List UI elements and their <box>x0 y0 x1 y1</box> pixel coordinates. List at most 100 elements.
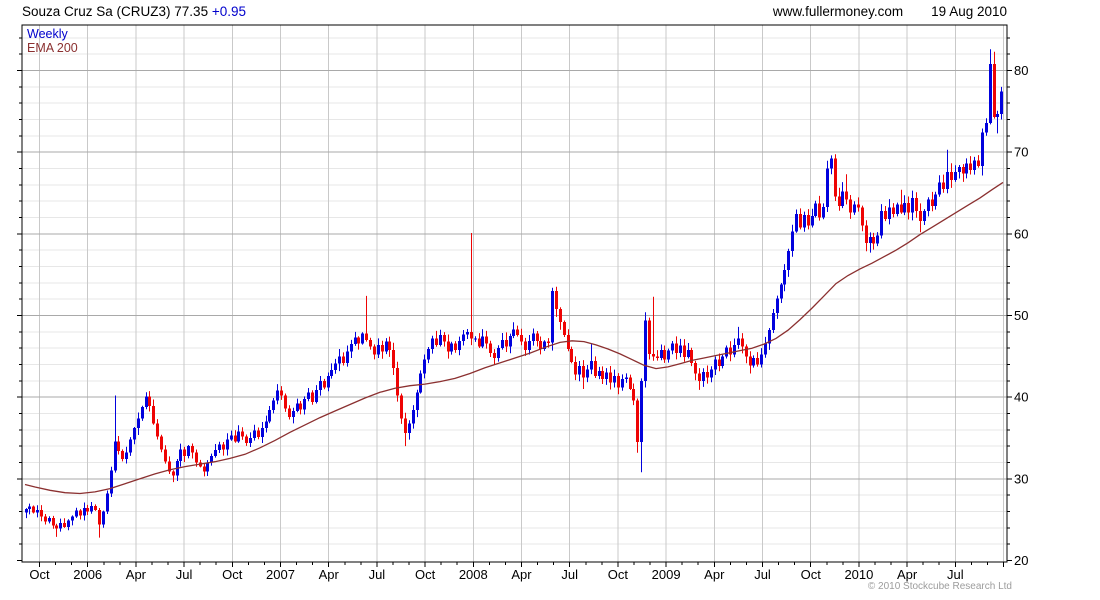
price-chart-canvas: 80 70 60 50 40 30 20 Oct 2006 Apr Jul Oct 2007 Apr Jul… <box>17 24 1028 582</box>
candle-body <box>55 525 58 529</box>
candle-body <box>884 210 887 220</box>
candle-body <box>327 375 330 388</box>
candle-body <box>698 373 701 381</box>
candle-body <box>183 449 186 456</box>
x-axis-label: Oct <box>29 567 50 582</box>
candle-body <box>632 388 635 401</box>
candle-body <box>195 452 198 463</box>
candle-body <box>524 341 527 350</box>
candle-body <box>280 390 283 396</box>
candle-body <box>520 335 523 342</box>
candle-body <box>849 199 852 213</box>
x-axis-label: 2010 <box>844 567 873 582</box>
candle-body <box>601 371 604 380</box>
candle-body <box>48 518 51 522</box>
candle-body <box>950 171 953 180</box>
y-axis-label: 60 <box>1014 226 1028 241</box>
candle-body <box>485 336 488 344</box>
candle-body <box>323 380 326 388</box>
candle-body <box>652 353 655 357</box>
header-right: www.fullermoney.com 19 Aug 2010 <box>773 4 1007 19</box>
candle-body <box>687 349 690 358</box>
candle-body <box>721 356 724 367</box>
x-axis-label: Oct <box>801 567 822 582</box>
candle-body <box>392 349 395 368</box>
candle-body <box>822 206 825 218</box>
candle-body <box>408 423 411 434</box>
candle-body <box>954 171 957 180</box>
candle-body <box>512 329 515 336</box>
candle-body <box>319 380 322 390</box>
candle-body <box>307 392 310 399</box>
candle-body <box>52 518 55 526</box>
candle-body <box>218 444 221 451</box>
candle-body <box>907 202 910 213</box>
candle-body <box>1000 91 1003 114</box>
candle-body <box>152 406 155 424</box>
candle-body <box>412 410 415 424</box>
x-axis-label: Jul <box>947 567 964 582</box>
candle-body <box>923 210 926 221</box>
candle-body <box>679 345 682 354</box>
candle-body <box>539 340 542 349</box>
candle-body <box>965 163 968 174</box>
candle-body <box>640 380 643 443</box>
candle-body <box>946 171 949 189</box>
candle-body <box>334 363 337 371</box>
candle-body <box>253 430 256 438</box>
candle-body <box>598 371 601 376</box>
x-axis-label: 2008 <box>459 567 488 582</box>
candle-body <box>818 203 821 218</box>
candle-body <box>745 346 748 357</box>
candle-body <box>470 331 473 339</box>
candle-body <box>694 362 697 374</box>
candle-body <box>551 290 554 343</box>
candle-body <box>838 196 841 207</box>
candle-body <box>79 510 82 516</box>
candle-body <box>44 516 47 522</box>
candle-body <box>121 451 124 460</box>
candle-body <box>528 340 531 350</box>
candle-body <box>660 349 663 358</box>
x-axis-label: Jul <box>369 567 386 582</box>
candle-body <box>388 341 391 350</box>
candle-body <box>683 345 686 358</box>
candle-body <box>861 207 864 226</box>
candle-body <box>675 343 678 354</box>
candle-body <box>729 347 732 355</box>
candle-body <box>865 225 868 243</box>
candle-body <box>404 418 407 434</box>
candle-body <box>586 369 589 378</box>
candle-body <box>776 298 779 314</box>
candle-body <box>284 395 287 409</box>
candle-body <box>478 338 481 347</box>
candle-body <box>811 215 814 226</box>
instrument-title: Souza Cruz Sa (CRUZ3) 77.35 <box>22 4 209 19</box>
candle-body <box>934 194 937 207</box>
candle-body <box>636 400 639 443</box>
candle-body <box>265 421 268 429</box>
timeframe-label: Weekly <box>27 27 68 41</box>
candle-body <box>59 522 62 529</box>
candle-body <box>226 439 229 450</box>
candle-body <box>315 389 318 403</box>
candle-body <box>706 371 709 378</box>
y-axis-label: 40 <box>1014 390 1028 405</box>
candle-body <box>268 410 271 422</box>
candle-body <box>594 361 597 376</box>
x-axis-label: 2007 <box>266 567 295 582</box>
candle-body <box>416 392 419 411</box>
candle-body <box>834 158 837 197</box>
candle-body <box>826 168 829 207</box>
date-label: 19 Aug 2010 <box>931 4 1007 19</box>
candle-body <box>621 379 624 388</box>
candle-body <box>996 113 999 118</box>
candle-body <box>900 204 903 213</box>
candle-body <box>481 336 484 347</box>
candle-body <box>795 214 798 232</box>
candle-body <box>249 437 252 443</box>
x-axis-label: Apr <box>704 567 725 582</box>
candle-body <box>570 348 573 363</box>
candle-body <box>427 348 430 360</box>
candle-body <box>179 449 182 461</box>
